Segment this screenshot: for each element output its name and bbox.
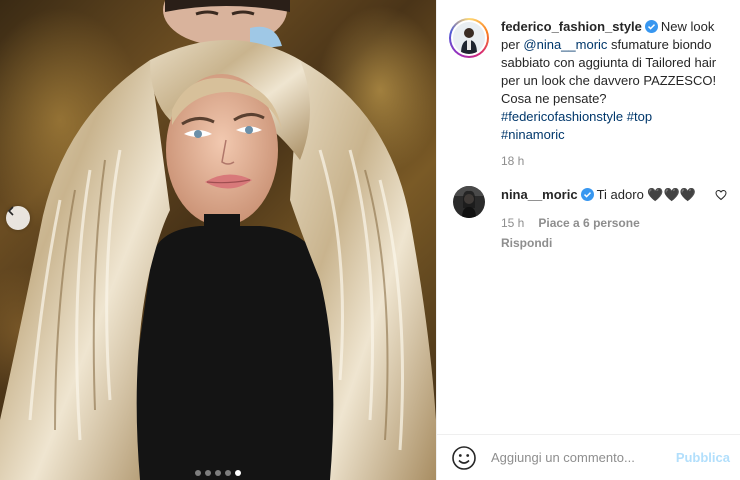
smiley-icon[interactable] [451, 445, 477, 471]
reply-button[interactable]: Rispondi [501, 234, 707, 252]
comment-text: Ti adoro 🖤🖤🖤 [596, 187, 696, 202]
comment-likes-count[interactable]: Piace a 6 persone [538, 214, 639, 232]
post-caption: federico_fashion_style New look per @nina… [449, 18, 728, 168]
author-avatar-image [453, 22, 485, 54]
comments-section: federico_fashion_style New look per @nina… [437, 0, 740, 434]
author-avatar[interactable] [449, 18, 489, 58]
commenter-avatar[interactable] [453, 186, 485, 218]
post-photo[interactable] [0, 0, 436, 480]
portrait-illustration [0, 0, 436, 480]
comment-timestamp[interactable]: 15 h [501, 214, 524, 232]
hashtag-link[interactable]: #federicofashionstyle [501, 109, 623, 124]
comment-input[interactable] [491, 450, 676, 465]
publish-button[interactable]: Pubblica [676, 450, 730, 465]
carousel-dot [195, 470, 201, 476]
post-side-panel: federico_fashion_style New look per @nina… [436, 0, 740, 480]
commenter-username[interactable]: nina__moric [501, 187, 578, 202]
heart-outline-icon[interactable] [715, 189, 727, 201]
author-username[interactable]: federico_fashion_style [501, 19, 642, 34]
add-comment-bar: Pubblica [437, 434, 740, 480]
hashtag-link[interactable]: #ninamoric [501, 127, 565, 142]
carousel-dot [235, 470, 241, 476]
chevron-left-icon [7, 206, 14, 216]
caption-mention[interactable]: @nina__moric [523, 37, 607, 52]
instagram-post: federico_fashion_style New look per @nina… [0, 0, 740, 480]
hashtag-link[interactable]: #top [627, 109, 652, 124]
comment-item: nina__moric Ti adoro 🖤🖤🖤 15 h Piace a 6 p… [449, 186, 728, 252]
verified-badge-icon [644, 20, 658, 33]
carousel-dot [215, 470, 221, 476]
carousel-dot [205, 470, 211, 476]
carousel-indicator [0, 470, 436, 476]
verified-badge-icon [580, 188, 594, 201]
caption-timestamp[interactable]: 18 h [501, 154, 719, 168]
carousel-prev-button[interactable] [6, 206, 30, 230]
carousel-dot [225, 470, 231, 476]
